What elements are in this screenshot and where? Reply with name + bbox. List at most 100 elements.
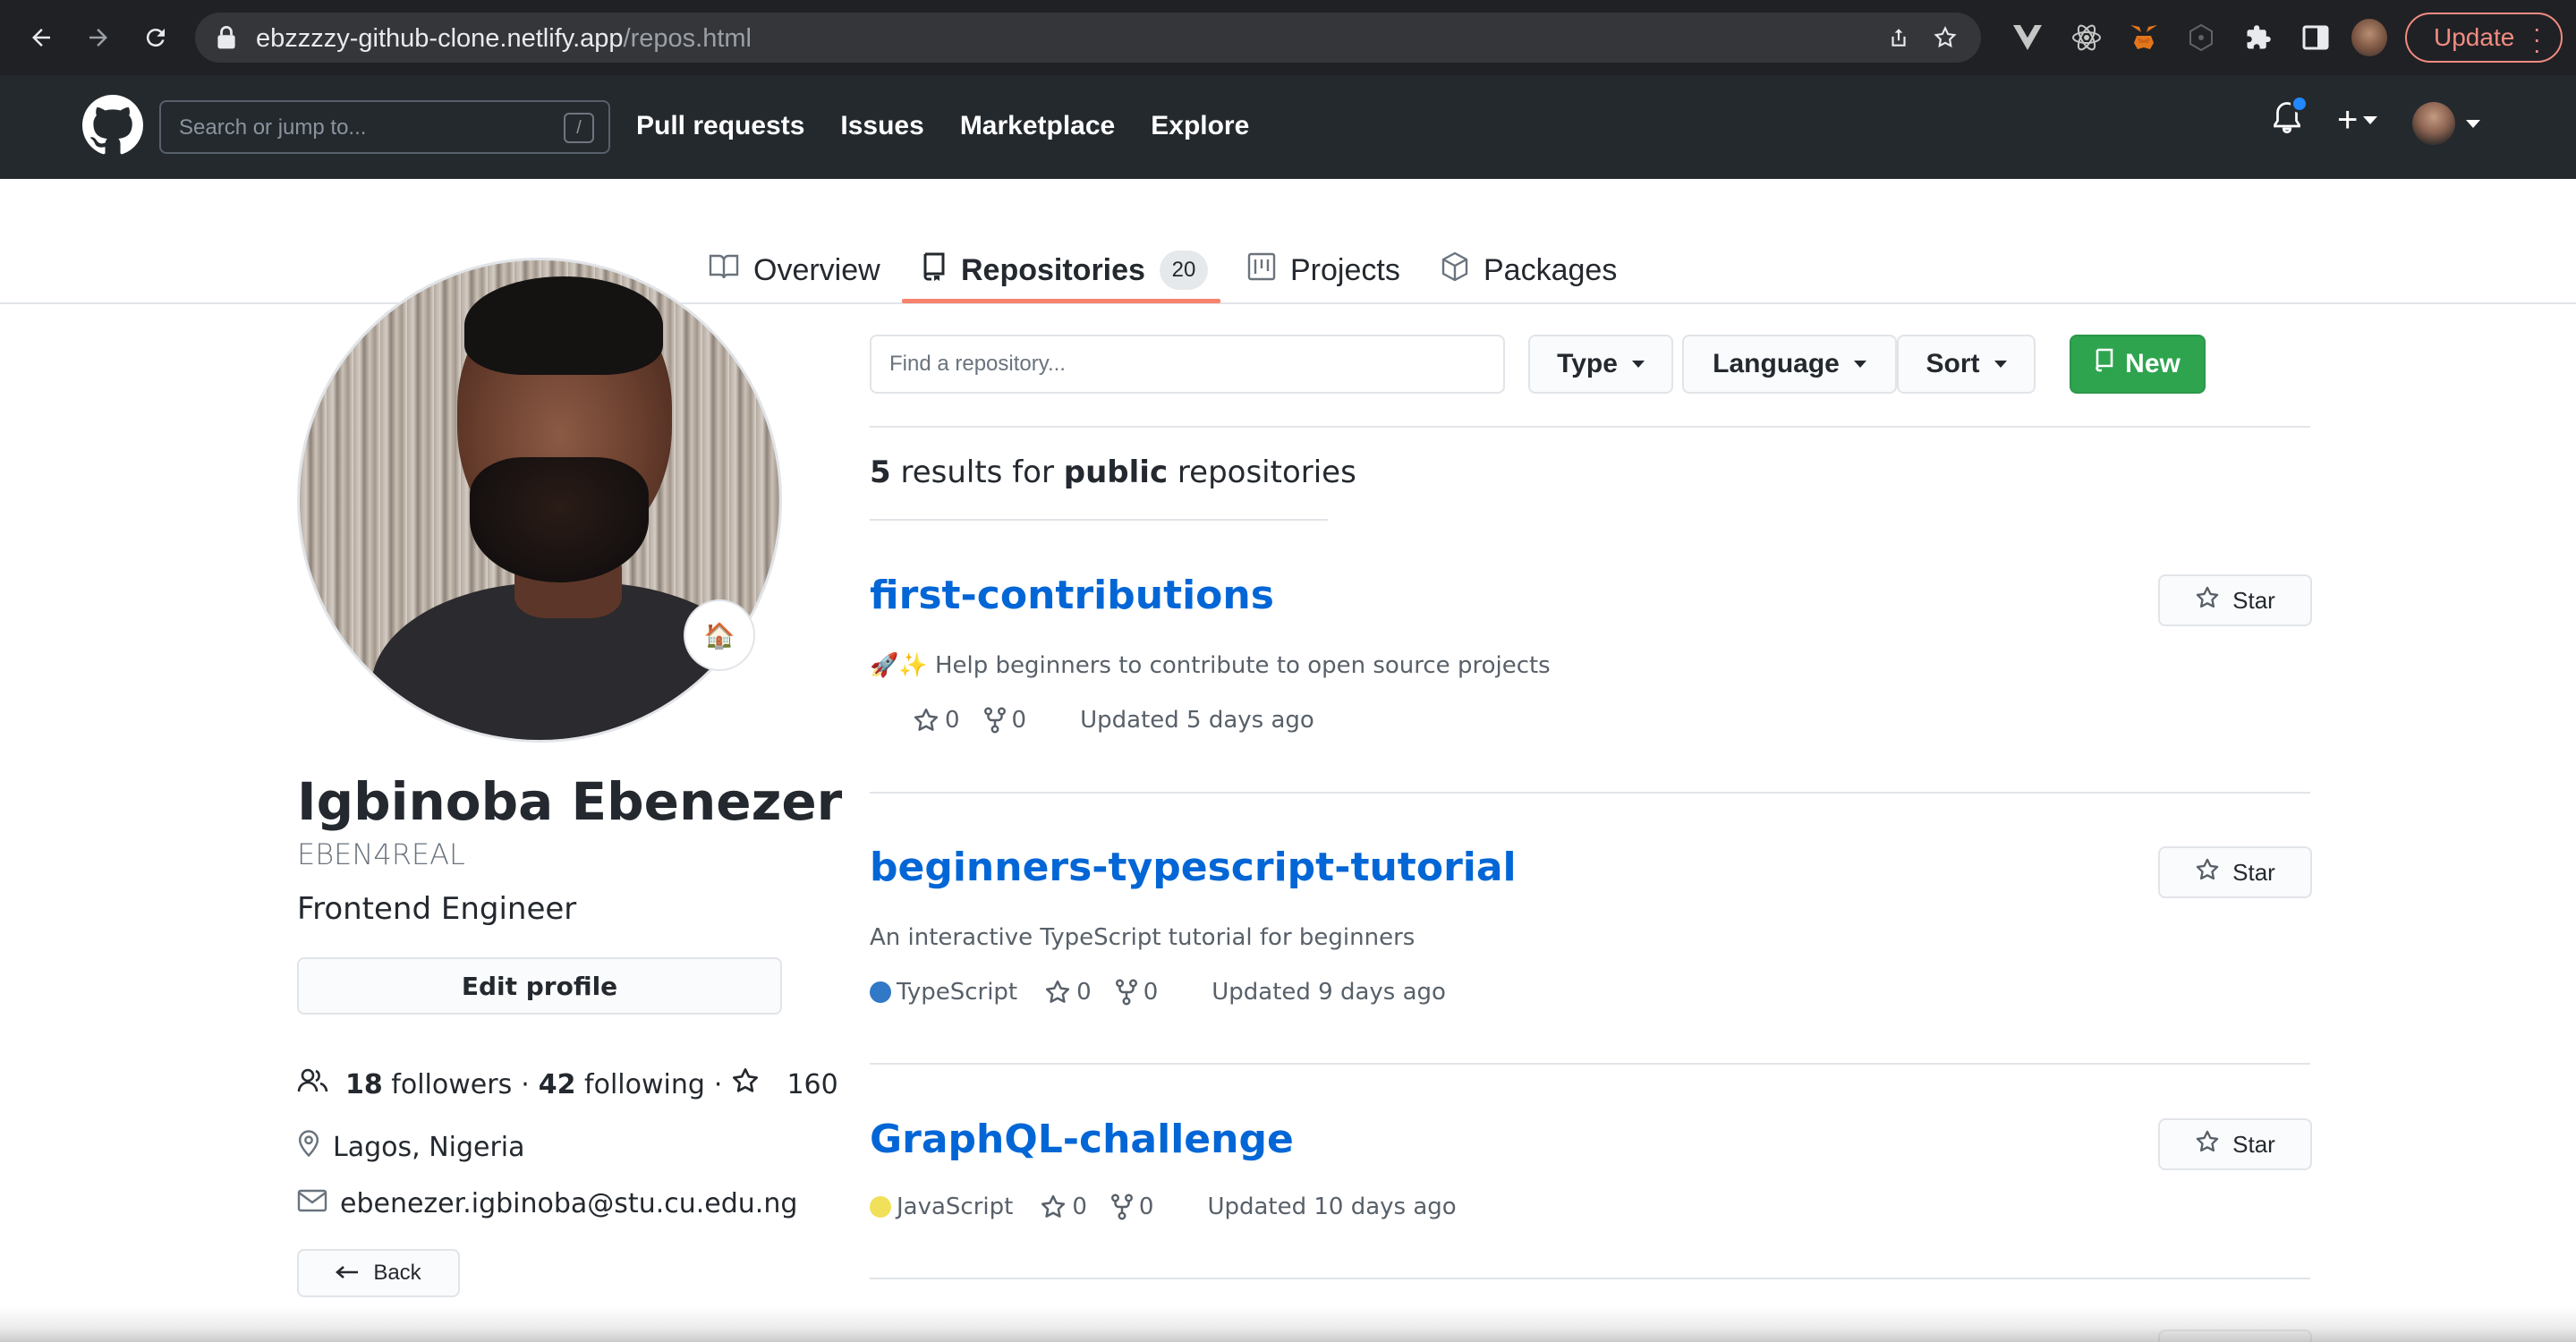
profile-avatar-icon[interactable] [2351,19,2387,56]
star-icon [2195,1129,2220,1160]
vuejs-extension-icon[interactable] [2010,20,2045,55]
stars-count[interactable]: 160 [786,1069,837,1100]
project-icon [1247,252,1276,289]
notifications-bell-icon[interactable] [2271,95,2308,140]
repositories-count-badge: 20 [1159,251,1208,290]
nav-explore[interactable]: Explore [1151,111,1249,141]
global-search: / [159,100,610,154]
repo-divider [870,792,2310,794]
repo-updated: Updated 9 days ago [1211,979,1446,1006]
github-header: / Pull requests Issues Marketplace Explo… [0,75,2576,179]
bottom-shadow [0,1306,2576,1342]
sort-dropdown[interactable]: Sort [1897,335,2036,394]
following-link[interactable]: 42 following [539,1069,705,1100]
edit-profile-button[interactable]: Edit profile [297,957,782,1015]
repo-meta: TypeScript 0 0 Updated 9 days ago [870,979,1446,1006]
followers-link[interactable]: 18 followers [345,1069,512,1100]
star-button[interactable]: Star [2158,574,2312,626]
email-link[interactable]: ebenezer.igbinoba@stu.cu.edu.ng [340,1188,797,1219]
status-house-icon[interactable]: 🏠 [684,599,755,671]
language-filter-label: Language [1713,349,1840,378]
back-arrow-icon[interactable] [21,18,61,57]
language-color-dot [870,1196,891,1218]
repo-forks-count: 0 [1138,1193,1154,1220]
share-icon[interactable] [1884,23,1913,52]
mail-icon [297,1188,327,1219]
repo-icon [922,251,947,290]
star-icon [1041,1194,1066,1218]
type-filter-label: Type [1557,349,1618,378]
caret-down-icon [1631,361,1645,368]
results-summary: 5 results for public repositories [870,454,1356,490]
reload-icon[interactable] [136,18,175,57]
nav-marketplace[interactable]: Marketplace [960,111,1115,141]
new-repository-button[interactable]: New [2070,335,2206,394]
follow-stats: 18 followers · 42 following · 160 [297,1066,838,1102]
side-panel-icon[interactable] [2298,20,2334,55]
nav-pull-requests[interactable]: Pull requests [636,111,804,141]
repo-stars-count: 0 [1076,979,1092,1006]
lock-icon [217,25,236,55]
caret-down-icon [1994,361,2007,368]
address-bar[interactable]: ebzzzzy-github-clone.netlify.app/repos.h… [195,13,1981,63]
tab-repositories-label: Repositories [961,252,1145,287]
nav-issues[interactable]: Issues [840,111,923,141]
results-count: 5 [870,454,891,490]
bookmark-star-icon[interactable] [1931,23,1960,52]
tab-repositories[interactable]: Repositories 20 [922,238,1208,302]
repo-name-link[interactable]: GraphQL-challenge [870,1117,1294,1162]
caret-down-icon [1853,361,1866,368]
star-icon [914,708,939,731]
star-button[interactable]: Star [2158,846,2312,898]
url-host: ebzzzzy-github-clone.netlify.app [256,24,624,53]
repo-stars[interactable]: 0 [1040,1193,1087,1220]
profile-username: EBEN4REAL [297,837,465,871]
tab-packages[interactable]: Packages [1441,238,1617,302]
tab-overview[interactable]: Overview [709,238,880,302]
repo-language: JavaScript [870,1193,1013,1220]
repo-forks-count: 0 [1011,707,1027,734]
header-nav: Pull requests Issues Marketplace Explore [636,111,1249,141]
type-filter-dropdown[interactable]: Type [1528,335,1673,394]
github-logo-icon[interactable] [82,95,143,156]
react-extension-icon[interactable] [2069,20,2104,55]
repo-updated: Updated 5 days ago [1080,707,1314,734]
back-label: Back [373,1261,421,1285]
repo-name-link[interactable]: beginners-typescript-tutorial [870,845,1517,890]
location-pin-icon [297,1129,320,1165]
email-row: ebenezer.igbinoba@stu.cu.edu.ng [297,1188,797,1219]
repo-forks[interactable]: 0 [1110,1193,1154,1220]
url-path: /repos.html [623,24,752,53]
forward-arrow-icon[interactable] [79,18,118,57]
global-search-input[interactable] [179,115,555,141]
extensions-puzzle-icon[interactable] [2240,20,2276,55]
search-shortcut-key: / [564,113,594,143]
browser-update-button[interactable]: Update · · · [2405,13,2563,63]
repo-language: TypeScript [870,979,1017,1006]
followers-count: 18 [345,1068,383,1100]
repo-meta: JavaScript 0 0 Updated 10 days ago [870,1193,1457,1220]
graphql-extension-icon[interactable] [2183,20,2219,55]
create-new-dropdown[interactable]: + [2337,102,2378,138]
back-button[interactable]: Back [297,1249,460,1297]
tab-projects[interactable]: Projects [1247,238,1400,302]
repo-language-label: JavaScript [897,1193,1014,1220]
profile-avatar [297,258,782,743]
browser-toolbar: ebzzzzy-github-clone.netlify.app/repos.h… [0,0,2576,75]
language-filter-dropdown[interactable]: Language [1682,335,1897,394]
metamask-extension-icon[interactable] [2126,20,2162,55]
repo-stars[interactable]: 0 [1044,979,1092,1006]
new-repository-label: New [2125,349,2181,378]
star-icon [1046,980,1070,1003]
star-icon [731,1066,760,1102]
repo-stars[interactable]: 0 [913,707,960,734]
user-menu-dropdown[interactable] [2412,102,2480,145]
repo-forks[interactable]: 0 [983,707,1027,734]
repo-stars-count: 0 [1072,1193,1087,1220]
find-repository-input[interactable] [870,335,1505,394]
repo-forks[interactable]: 0 [1115,979,1158,1006]
separator-dot: · [713,1068,723,1100]
star-button[interactable]: Star [2158,1118,2312,1170]
repo-name-link[interactable]: first-contributions [870,573,1274,618]
repo-description: An interactive TypeScript tutorial for b… [870,924,1416,951]
